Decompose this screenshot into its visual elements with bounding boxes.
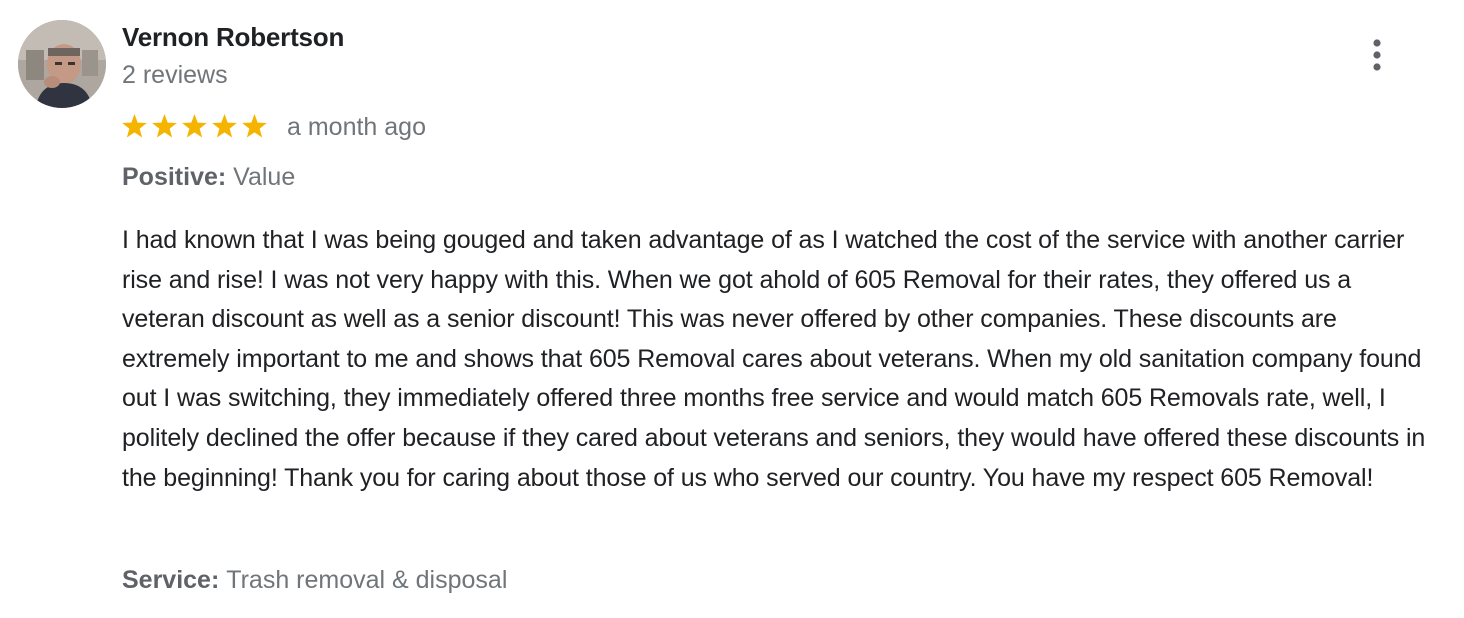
service-attribute: Service: Trash removal & disposal xyxy=(122,564,507,596)
person-photo-avatar xyxy=(18,20,106,108)
reviewer-name[interactable]: Vernon Robertson xyxy=(122,20,344,54)
star-filled-icon xyxy=(242,114,267,138)
more-options-button[interactable] xyxy=(1358,34,1396,76)
service-value: Trash removal & disposal xyxy=(226,566,508,594)
positive-label: Positive: xyxy=(122,163,234,191)
star-filled-icon xyxy=(152,114,177,138)
reviewer-avatar[interactable] xyxy=(18,20,106,108)
positive-value: Value xyxy=(233,163,296,191)
star-filled-icon xyxy=(212,114,237,138)
star-rating xyxy=(120,112,269,142)
review-card: Vernon Robertson 2 reviews a month ago P… xyxy=(0,0,1464,618)
reviewer-review-count[interactable]: 2 reviews xyxy=(122,59,228,91)
star-filled-icon xyxy=(182,114,207,138)
more-vert-icon xyxy=(1373,39,1381,71)
review-date: a month ago xyxy=(287,113,426,141)
positive-attribute: Positive: Value xyxy=(122,161,295,193)
service-label: Service: xyxy=(122,566,227,594)
rating-row: a month ago xyxy=(120,108,426,146)
star-filled-icon xyxy=(122,114,147,138)
review-text: I had known that I was being gouged and … xyxy=(122,226,1426,492)
